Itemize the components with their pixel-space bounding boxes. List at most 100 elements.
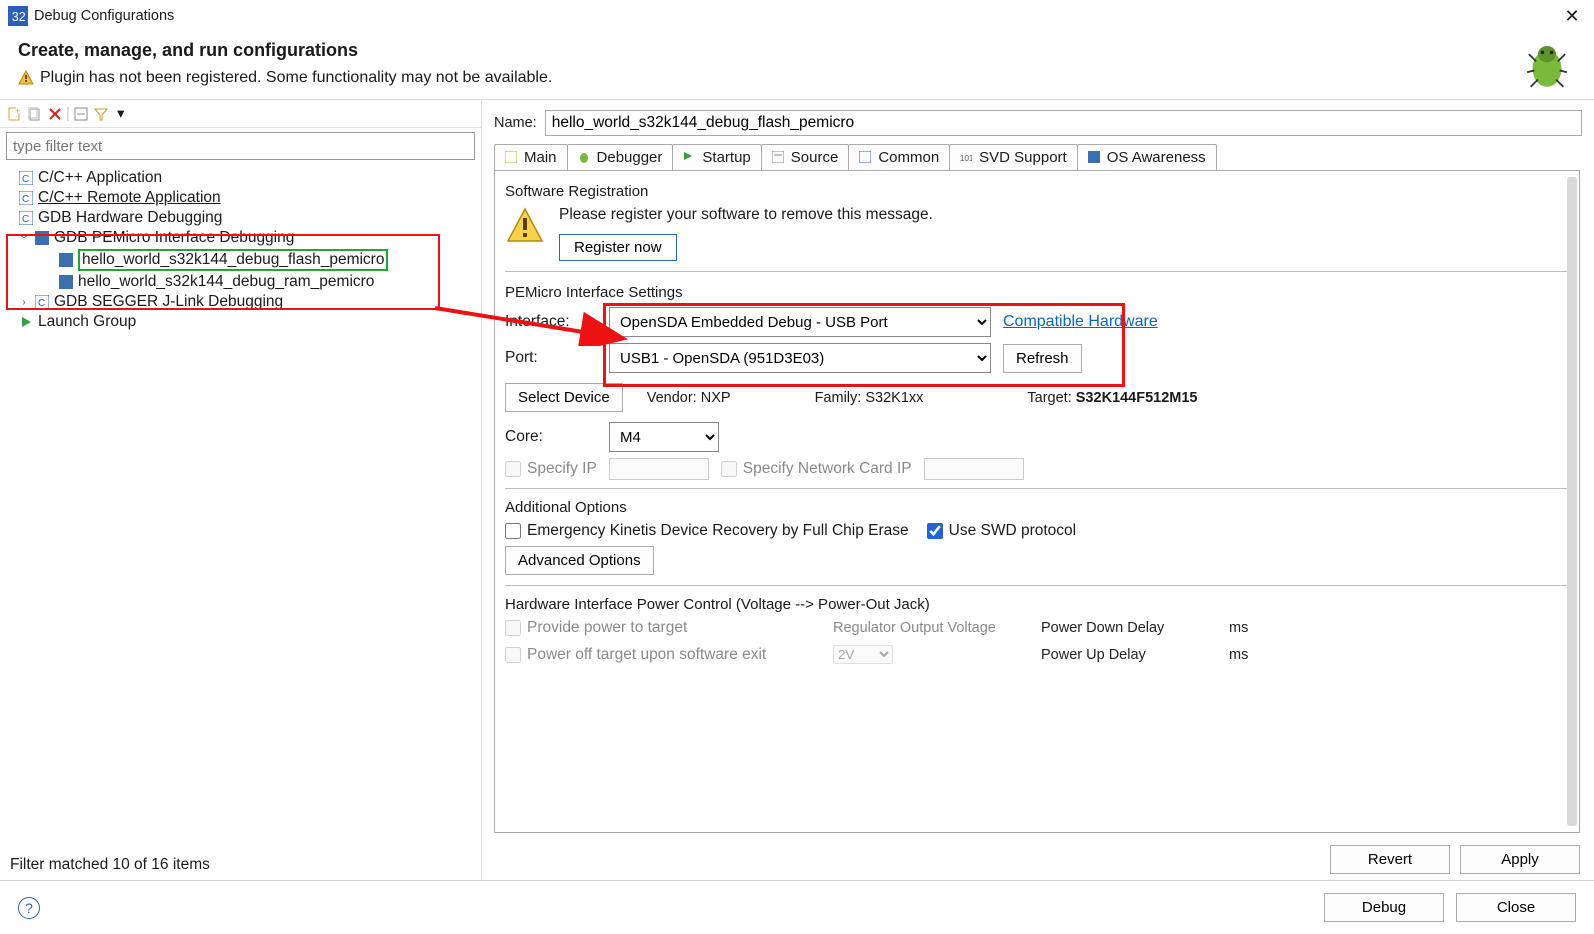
scrollbar[interactable]	[1567, 177, 1577, 826]
bug-icon	[1518, 36, 1576, 94]
core-select[interactable]: M4	[609, 422, 719, 452]
interface-label: Interface:	[505, 313, 597, 331]
tree-toolbar: + | ▾	[0, 100, 481, 128]
specify-ip-checkbox[interactable]: Specify IP	[505, 460, 597, 478]
tab-os[interactable]: OS Awareness	[1077, 144, 1217, 170]
vendor-label: Vendor: NXP	[647, 390, 731, 406]
close-button[interactable]: Close	[1456, 893, 1576, 922]
use-swd-checkbox[interactable]: Use SWD protocol	[927, 522, 1076, 540]
ms-label-2: ms	[1229, 647, 1289, 663]
specify-nic-input	[924, 458, 1024, 480]
advanced-options-button[interactable]: Advanced Options	[505, 546, 654, 575]
select-device-button[interactable]: Select Device	[505, 383, 623, 412]
power-off-exit-checkbox[interactable]: Power off target upon software exit	[505, 646, 825, 664]
delete-config-icon[interactable]	[46, 105, 64, 123]
port-label: Port:	[505, 349, 597, 367]
pe-icon	[34, 230, 50, 246]
source-tab-icon	[772, 151, 786, 165]
new-config-icon[interactable]: +	[6, 105, 24, 123]
warning-text: Plugin has not been registered. Some fun…	[40, 69, 552, 87]
tree-item-launch-group[interactable]: Launch Group	[0, 312, 481, 332]
svg-text:C: C	[38, 298, 45, 309]
left-pane: + | ▾ C C/C++ Application C C/C++ Remote…	[0, 100, 482, 880]
software-reg-msg: Please register your software to remove …	[559, 206, 933, 224]
regulator-voltage-label: Regulator Output Voltage	[833, 620, 1033, 636]
provide-power-checkbox[interactable]: Provide power to target	[505, 619, 825, 637]
tab-startup[interactable]: Startup	[672, 144, 761, 170]
port-row: Port: USB1 - OpenSDA (951D3E03) Refresh	[505, 343, 1569, 373]
toolbar-dropdown-icon[interactable]: ▾	[112, 105, 130, 123]
apply-button[interactable]: Apply	[1460, 845, 1580, 874]
name-label: Name:	[494, 115, 537, 131]
warning-triangle-icon	[505, 206, 545, 246]
svg-text:32: 32	[12, 10, 26, 24]
register-now-button[interactable]: Register now	[559, 234, 677, 261]
tree-item-gdb-pemicro[interactable]: ﹀ GDB PEMicro Interface Debugging	[0, 228, 481, 248]
compatible-hardware-link[interactable]: Compatible Hardware	[1003, 313, 1158, 331]
help-icon[interactable]: ?	[18, 897, 40, 919]
config-tree[interactable]: C C/C++ Application C C/C++ Remote Appli…	[0, 164, 481, 850]
c-remote-icon: C	[18, 190, 34, 206]
power-control: Hardware Interface Power Control (Voltag…	[505, 585, 1569, 664]
name-row: Name:	[482, 100, 1594, 144]
svd-tab-icon: 101	[960, 151, 974, 165]
main-tab-icon	[505, 151, 519, 165]
emergency-recovery-checkbox[interactable]: Emergency Kinetis Device Recovery by Ful…	[505, 522, 909, 540]
pemicro-section-title: PEMicro Interface Settings	[505, 284, 1569, 301]
interface-select[interactable]: OpenSDA Embedded Debug - USB Port	[609, 307, 991, 337]
play-tab-icon	[683, 151, 697, 165]
revert-apply-row: Revert Apply	[482, 839, 1594, 880]
tab-common[interactable]: Common	[848, 144, 950, 170]
bug-tab-icon	[578, 151, 592, 165]
common-tab-icon	[859, 151, 873, 165]
specify-nic-checkbox[interactable]: Specify Network Card IP	[721, 460, 912, 478]
close-icon[interactable]: ✕	[1558, 2, 1586, 30]
device-row: Select Device Vendor: NXP Family: S32K1x…	[505, 383, 1569, 412]
tab-bar: Main Debugger Startup Source Common 101S…	[482, 144, 1594, 170]
target-label: Target: S32K144F512M15	[1027, 390, 1197, 406]
debug-button[interactable]: Debug	[1324, 893, 1444, 922]
family-label: Family: S32K1xx	[815, 390, 924, 406]
power-up-delay-label: Power Up Delay	[1041, 647, 1221, 663]
svg-text:C: C	[22, 174, 29, 185]
duplicate-config-icon[interactable]	[26, 105, 44, 123]
software-reg-box: Please register your software to remove …	[505, 206, 1569, 261]
name-input[interactable]	[545, 110, 1582, 136]
voltage-select: 2V	[833, 645, 893, 664]
window-title: Debug Configurations	[34, 8, 174, 24]
app-icon: 32	[8, 6, 28, 26]
power-down-delay-label: Power Down Delay	[1041, 620, 1221, 636]
tree-item-gdb-hw[interactable]: C GDB Hardware Debugging	[0, 208, 481, 228]
tab-source[interactable]: Source	[761, 144, 850, 170]
collapse-all-icon[interactable]	[72, 105, 90, 123]
warning-icon	[18, 70, 34, 86]
tab-main[interactable]: Main	[494, 144, 568, 170]
right-pane: Name: Main Debugger Startup Source Commo…	[482, 100, 1594, 880]
svg-text:+: +	[15, 107, 20, 116]
tree-item-pe-flash[interactable]: hello_world_s32k144_debug_flash_pemicro	[0, 248, 481, 272]
dialog-header: Create, manage, and run configurations P…	[0, 32, 1594, 100]
port-select[interactable]: USB1 - OpenSDA (951D3E03)	[609, 343, 991, 373]
chevron-right-icon[interactable]: ›	[18, 296, 30, 308]
titlebar: 32 Debug Configurations ✕	[0, 0, 1594, 32]
pemicro-settings: PEMicro Interface Settings Interface: Op…	[505, 271, 1569, 480]
filter-icon[interactable]	[92, 105, 110, 123]
ms-label-1: ms	[1229, 620, 1289, 636]
filter-input[interactable]	[6, 132, 475, 160]
tree-item-cpp-remote[interactable]: C C/C++ Remote Application	[0, 188, 481, 208]
interface-row: Interface: OpenSDA Embedded Debug - USB …	[505, 307, 1569, 337]
revert-button[interactable]: Revert	[1330, 845, 1450, 874]
chevron-down-icon[interactable]: ﹀	[18, 232, 30, 244]
tree-item-pe-ram[interactable]: hello_world_s32k144_debug_ram_pemicro	[0, 272, 481, 292]
tab-svd[interactable]: 101SVD Support	[949, 144, 1078, 170]
play-icon	[18, 314, 34, 330]
segger-icon: C	[34, 294, 50, 310]
core-row: Core: M4	[505, 422, 1569, 452]
tree-item-cpp-app[interactable]: C C/C++ Application	[0, 168, 481, 188]
svg-text:C: C	[22, 194, 29, 205]
tab-debugger[interactable]: Debugger	[567, 144, 674, 170]
os-tab-icon	[1088, 151, 1102, 165]
refresh-button[interactable]: Refresh	[1003, 344, 1082, 373]
ip-row: Specify IP Specify Network Card IP	[505, 458, 1569, 480]
tree-item-gdb-segger[interactable]: › C GDB SEGGER J-Link Debugging	[0, 292, 481, 312]
